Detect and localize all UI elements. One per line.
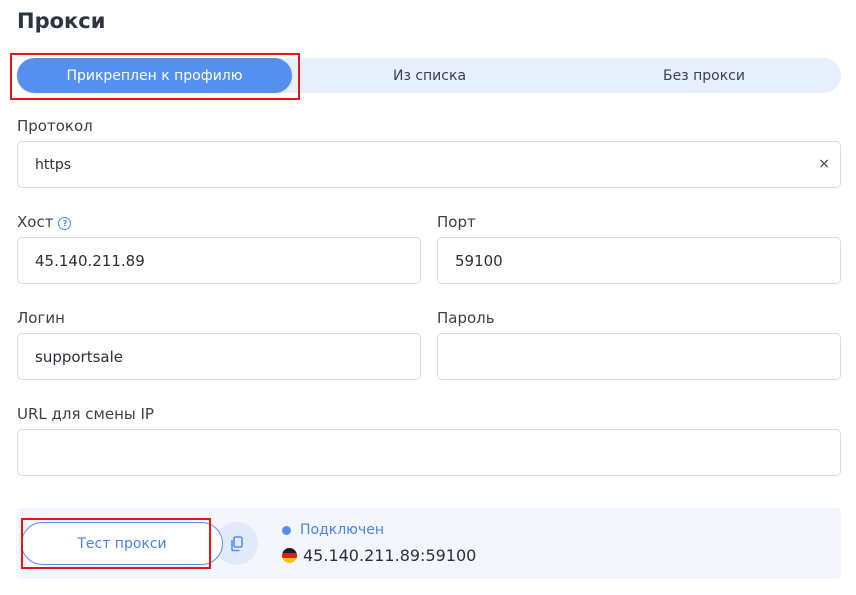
test-proxy-button[interactable]: Тест прокси	[21, 522, 223, 565]
clear-icon[interactable]: ×	[818, 156, 830, 172]
connection-status: Подключен	[282, 522, 384, 538]
password-input[interactable]	[437, 333, 841, 380]
login-value: supportsale	[35, 347, 123, 366]
status-dot-icon	[282, 525, 291, 535]
protocol-select[interactable]: https ×	[17, 141, 841, 188]
proxy-status-panel: Тест прокси Подключен 45.140.211.89:5910…	[16, 508, 841, 579]
host-label-text: Хост	[17, 213, 54, 231]
tab-no-proxy[interactable]: Без прокси	[567, 58, 841, 93]
login-input[interactable]: supportsale	[17, 333, 421, 380]
germany-flag-icon	[282, 548, 297, 563]
password-label: Пароль	[437, 309, 495, 327]
host-value: 45.140.211.89	[35, 251, 145, 270]
protocol-value: https	[35, 156, 72, 173]
port-input[interactable]: 59100	[437, 237, 841, 284]
page-title: Прокси	[17, 9, 106, 33]
login-label: Логин	[17, 309, 65, 327]
host-label: Хост?	[17, 213, 72, 231]
copy-icon	[230, 535, 243, 551]
status-text: Подключен	[300, 522, 384, 538]
port-value: 59100	[455, 251, 503, 270]
host-input[interactable]: 45.140.211.89	[17, 237, 421, 284]
change-ip-url-input[interactable]	[17, 429, 841, 476]
proxy-mode-tabs: Прикреплен к профилю Из списка Без прокс…	[17, 58, 841, 93]
change-ip-url-label: URL для смены IP	[17, 405, 154, 423]
protocol-label: Протокол	[17, 117, 93, 135]
proxy-address: 45.140.211.89:59100	[282, 546, 476, 565]
help-icon[interactable]: ?	[58, 217, 72, 230]
port-label: Порт	[437, 213, 476, 231]
proxy-address-text: 45.140.211.89:59100	[303, 546, 477, 565]
tab-attached-to-profile[interactable]: Прикреплен к профилю	[17, 58, 292, 93]
tab-from-list[interactable]: Из списка	[292, 58, 567, 93]
